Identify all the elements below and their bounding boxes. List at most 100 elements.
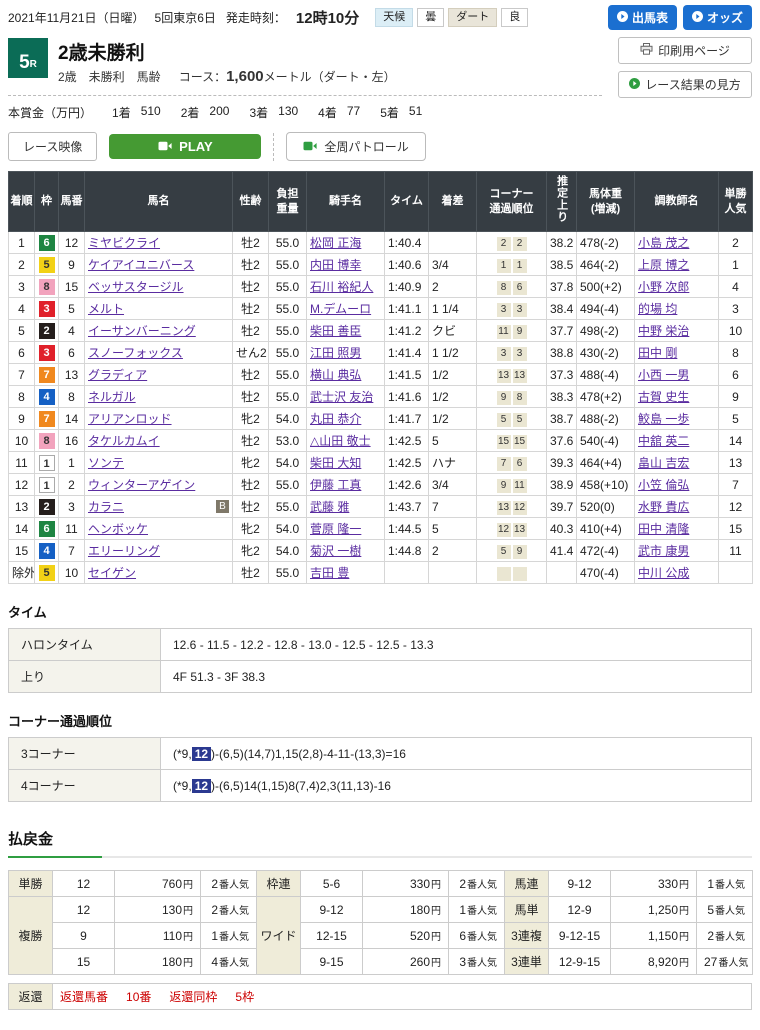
jockey-link[interactable]: 柴田 善臣	[310, 324, 361, 338]
trainer-cell: 田中 清隆	[635, 518, 719, 540]
jockey-link[interactable]: △山田 敬士	[310, 434, 371, 448]
waku-badge: 2	[39, 323, 55, 339]
patrol-video-button[interactable]: 全周パトロール	[286, 132, 425, 161]
entries-button[interactable]: 出馬表	[608, 5, 677, 30]
horse-link[interactable]: グラディア	[88, 368, 147, 382]
trainer-link[interactable]: 小野 次郎	[638, 280, 689, 294]
horse-number-cell: 4	[59, 320, 85, 342]
waku-cell: 4	[35, 540, 59, 562]
margin-cell: 5	[429, 518, 477, 540]
jockey-link[interactable]: 丸田 恭介	[310, 412, 361, 426]
sex-age-cell: 牡2	[233, 232, 269, 254]
horse-name-cell: ケイアイユニバース	[85, 254, 233, 276]
corner-pass-box: 5	[497, 545, 511, 559]
race-date: 2021年11月21日（日曜）	[8, 9, 145, 26]
jockey-link[interactable]: 内田 博幸	[310, 258, 361, 272]
jockey-link[interactable]: 松岡 正海	[310, 236, 361, 250]
horse-number-cell: 16	[59, 430, 85, 452]
horse-link[interactable]: カラニ	[88, 500, 124, 514]
col-waku: 枠	[35, 172, 59, 232]
prize-item: 2着200	[181, 104, 230, 121]
trainer-link[interactable]: 上原 博之	[638, 258, 689, 272]
trainer-link[interactable]: 畠山 吉宏	[638, 456, 689, 470]
payout-title: 払戻金	[8, 828, 752, 856]
bet-amount: 110円	[115, 923, 201, 949]
horse-number-cell: 1	[59, 452, 85, 474]
bet-num: 12-15	[301, 923, 363, 949]
time-cell: 1:44.8	[385, 540, 429, 562]
horse-link[interactable]: アリアンロッド	[88, 412, 172, 426]
print-page-button[interactable]: 印刷用ページ	[618, 37, 752, 64]
play-button[interactable]: PLAY	[109, 134, 261, 159]
jockey-link[interactable]: 吉田 豊	[310, 566, 349, 580]
trainer-link[interactable]: 小西 一男	[638, 368, 689, 382]
horse-link[interactable]: セイゲン	[88, 566, 136, 580]
jockey-link[interactable]: 石川 裕紀人	[310, 280, 373, 294]
jockey-link[interactable]: 武藤 雅	[310, 500, 349, 514]
time-cell: 1:40.9	[385, 276, 429, 298]
carried-weight-cell: 55.0	[269, 254, 307, 276]
bet-type-umatan: 馬単	[505, 897, 549, 923]
trainer-link[interactable]: 水野 貴広	[638, 500, 689, 514]
horse-link[interactable]: ソンテ	[88, 456, 124, 470]
margin-cell: ハナ	[429, 452, 477, 474]
time-cell: 1:40.6	[385, 254, 429, 276]
jockey-link[interactable]: 菅原 隆一	[310, 522, 361, 536]
finish-cell: 7	[9, 364, 35, 386]
jockey-link[interactable]: 菊沢 一樹	[310, 544, 361, 558]
horse-name-cell: イーサンバーニング	[85, 320, 233, 342]
trainer-link[interactable]: 武市 康男	[638, 544, 689, 558]
horse-link[interactable]: タケルカムイ	[88, 434, 160, 448]
trainer-link[interactable]: 中野 栄治	[638, 324, 689, 338]
horse-link[interactable]: ミヤビクライ	[88, 236, 160, 250]
horse-link[interactable]: イーサンバーニング	[88, 324, 196, 338]
horse-link[interactable]: メルト	[88, 302, 124, 316]
trainer-link[interactable]: 小島 茂之	[638, 236, 689, 250]
horse-link[interactable]: スノーフォックス	[88, 346, 183, 360]
trainer-link[interactable]: 中舘 英二	[638, 434, 689, 448]
jockey-link[interactable]: 横山 典弘	[310, 368, 361, 382]
horse-link[interactable]: ウィンターアゲイン	[88, 478, 195, 492]
jockey-link[interactable]: 伊藤 工真	[310, 478, 361, 492]
trainer-link[interactable]: 的場 均	[638, 302, 677, 316]
refund-label: 返還	[9, 984, 53, 1010]
trainer-link[interactable]: 古賀 史生	[638, 390, 689, 404]
horse-number-cell: 11	[59, 518, 85, 540]
trainer-cell: 上原 博之	[635, 254, 719, 276]
results-guide-button[interactable]: レース結果の見方	[618, 71, 752, 98]
horse-link[interactable]: ケイアイユニバース	[88, 258, 194, 272]
course-info: コース：1,600メートル（ダート・左）	[179, 68, 396, 85]
bet-amount: 260円	[363, 949, 449, 975]
play-button-label: PLAY	[179, 139, 212, 154]
corner-pass-cell: 11	[477, 254, 547, 276]
horse-link[interactable]: ベッサスタージル	[88, 280, 184, 294]
trainer-link[interactable]: 田中 剛	[638, 346, 677, 360]
jockey-link[interactable]: 江田 照男	[310, 346, 361, 360]
odds-button[interactable]: オッズ	[683, 5, 752, 30]
estimated-agari-cell: 39.3	[547, 452, 577, 474]
trainer-link[interactable]: 田中 清隆	[638, 522, 689, 536]
corner-pass-box: 3	[513, 303, 527, 317]
jockey-link[interactable]: 武士沢 友治	[310, 390, 373, 404]
trainer-link[interactable]: 小笠 倫弘	[638, 478, 689, 492]
horse-link[interactable]: エリーリング	[88, 544, 160, 558]
result-row: 14611ヘンボッケ牝254.0菅原 隆一1:44.55121340.3410(…	[9, 518, 753, 540]
result-row: 848ネルガル牡255.0武士沢 友治1:41.61/29838.3478(+2…	[9, 386, 753, 408]
jockey-link[interactable]: M.デムーロ	[310, 302, 371, 316]
horse-link[interactable]: ネルガル	[88, 390, 136, 404]
entries-button-label: 出馬表	[632, 9, 668, 26]
bet-popularity: 2番人気	[697, 923, 753, 949]
trainer-link[interactable]: 鮫島 一歩	[638, 412, 689, 426]
horse-link[interactable]: ヘンボッケ	[88, 522, 148, 536]
jockey-link[interactable]: 柴田 大知	[310, 456, 361, 470]
corner4-value: (*9,12)-(6,5)14(1,15)8(7,4)2,3(11,13)-16	[161, 770, 752, 802]
horse-name-cell: メルト	[85, 298, 233, 320]
waku-cell: 8	[35, 430, 59, 452]
race-video-button[interactable]: レース映像	[8, 132, 97, 161]
trainer-link[interactable]: 中川 公成	[638, 566, 689, 580]
col-jockey: 騎手名	[307, 172, 385, 232]
corner-pass-box: 11	[513, 479, 527, 493]
time-cell: 1:42.5	[385, 430, 429, 452]
estimated-agari-cell: 38.9	[547, 474, 577, 496]
corner-pass-box: 13	[497, 501, 511, 515]
